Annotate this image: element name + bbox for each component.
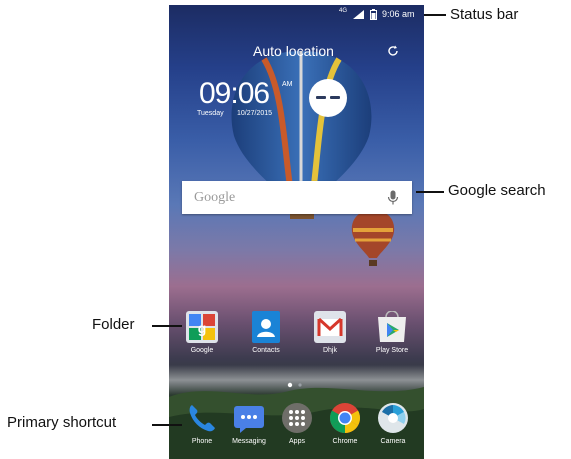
- weather-icon[interactable]: [309, 79, 347, 117]
- app-play-store[interactable]: Play Store: [367, 311, 417, 354]
- callout-line-status-bar: [424, 14, 446, 16]
- dock-apps[interactable]: Apps: [272, 402, 322, 445]
- app-play-store-label: Play Store: [375, 347, 409, 354]
- camera-icon: [378, 403, 408, 433]
- dock-phone-label: Phone: [191, 438, 213, 445]
- apps-grid-icon: [282, 403, 312, 433]
- network-type-indicator: 4G: [339, 8, 348, 14]
- search-placeholder: Google: [194, 190, 236, 205]
- google-search-bar[interactable]: Google: [182, 181, 412, 214]
- hot-air-balloon-small: [351, 210, 395, 266]
- status-bar: 4G 9:06 am: [169, 5, 424, 25]
- callout-primary-shortcut: Primary shortcut: [7, 414, 117, 431]
- callout-status-bar: Status bar: [450, 6, 519, 23]
- dock-camera-label: Camera: [380, 438, 406, 445]
- dock-chrome[interactable]: Chrome: [320, 402, 370, 445]
- dock-apps-label: Apps: [289, 438, 305, 445]
- refresh-icon[interactable]: [387, 45, 399, 57]
- google-folder-icon: g: [186, 311, 218, 343]
- play-store-icon: [378, 311, 406, 342]
- clock-time[interactable]: 09:06: [199, 77, 270, 111]
- dock-camera[interactable]: Camera: [368, 402, 418, 445]
- signal-icon: [353, 10, 364, 19]
- app-contacts[interactable]: Contacts: [241, 311, 291, 354]
- dock-phone[interactable]: Phone: [177, 402, 227, 445]
- app-contacts-label: Contacts: [252, 347, 280, 354]
- battery-icon: [370, 9, 377, 20]
- weather-location[interactable]: Auto location: [253, 43, 334, 59]
- contacts-icon: [252, 311, 280, 343]
- clock-day: Tuesday: [197, 110, 224, 117]
- chrome-icon: [329, 403, 361, 433]
- callout-line-primary-shortcut: [152, 424, 182, 426]
- dock-messaging[interactable]: Messaging: [224, 402, 274, 445]
- callout-line-folder: [152, 325, 182, 327]
- phone-icon: [189, 405, 215, 432]
- home-screen: 4G 9:06 am Auto location 09:06 AM Tuesda…: [169, 5, 424, 459]
- folder-dhjk[interactable]: Dhjk: [305, 311, 355, 354]
- folder-dhjk-label: Dhjk: [322, 347, 337, 354]
- gmail-icon: [314, 311, 346, 343]
- dock-messaging-label: Messaging: [232, 438, 266, 445]
- clock-ampm: AM: [282, 81, 293, 88]
- status-time: 9:06 am: [382, 9, 415, 19]
- clock-date: 10/27/2015: [237, 110, 273, 117]
- folder-google[interactable]: g Google: [177, 311, 227, 354]
- callout-google-search: Google search: [448, 182, 546, 199]
- callout-folder: Folder: [92, 316, 135, 333]
- dock-chrome-label: Chrome: [332, 438, 358, 445]
- page-indicator: [287, 382, 302, 388]
- mic-icon[interactable]: [387, 190, 399, 206]
- callout-line-google-search: [416, 191, 444, 193]
- messaging-icon: [234, 406, 264, 433]
- folder-google-label: Google: [190, 347, 214, 354]
- svg-text:g: g: [198, 320, 207, 336]
